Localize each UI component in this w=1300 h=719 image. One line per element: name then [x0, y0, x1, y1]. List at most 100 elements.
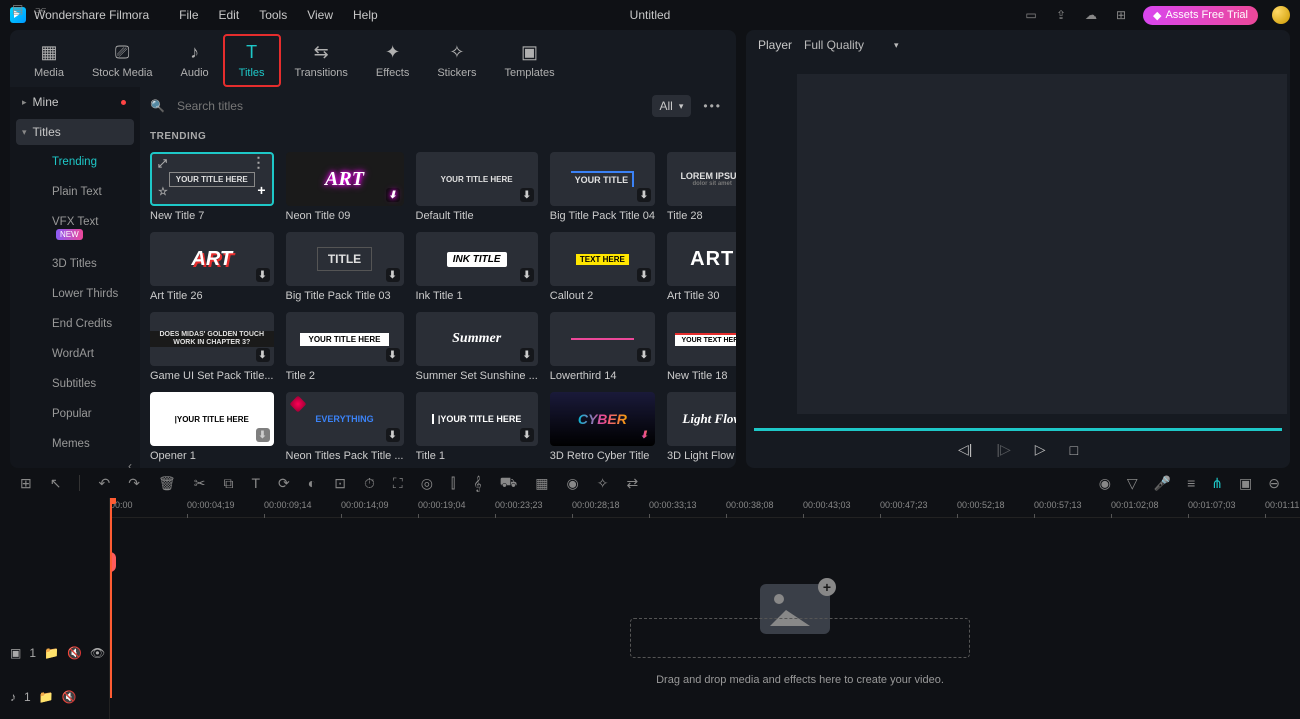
sidebar-item-popular[interactable]: Popular	[20, 399, 140, 429]
thumbnail[interactable]: LOREM IPSUMdolor sit amet⬇	[667, 152, 736, 206]
trial-button[interactable]: ◆ Assets Free Trial	[1143, 6, 1258, 25]
timeline-tracks[interactable]: 00:0000:00:04;1900:00:09;1400:00:14;0900…	[110, 498, 1300, 719]
title-card[interactable]: CYBER⬇3D Retro Cyber Title	[550, 392, 655, 462]
thumbnail[interactable]: CYBER⬇	[550, 392, 655, 446]
track-icon[interactable]: ◎	[421, 475, 433, 492]
menu-edit[interactable]: Edit	[219, 8, 240, 22]
menu-tools[interactable]: Tools	[259, 8, 287, 22]
unlink-icon[interactable]: ⫘	[35, 2, 46, 17]
thumbnail[interactable]: TEXT HERE⬇	[550, 232, 655, 286]
download-icon[interactable]: ⬇	[256, 348, 270, 362]
dropzone[interactable]	[630, 618, 970, 658]
download-icon[interactable]: ⬇	[386, 428, 400, 442]
thumbnail[interactable]: |YOUR TITLE HERE⬇	[416, 392, 538, 446]
thumbnail[interactable]: YOUR TEXT HERE⬇	[667, 312, 736, 366]
screen-icon[interactable]: ▭	[1023, 7, 1039, 23]
adjust-icon[interactable]: ⊡	[334, 475, 346, 492]
download-icon[interactable]: ⬇	[637, 348, 651, 362]
sidebar-item-vfx-text[interactable]: VFX TextNEW	[20, 207, 140, 249]
tab-stock-media[interactable]: ⎚Stock Media	[78, 34, 167, 87]
quality-dropdown[interactable]: Full Quality ▾	[804, 38, 899, 52]
folder-icon[interactable]: 📁	[39, 690, 54, 704]
download-icon[interactable]: ⬇	[637, 268, 651, 282]
title-card[interactable]: TITLE⬇Big Title Pack Title 03	[286, 232, 404, 302]
title-card[interactable]: TEXT HERE⬇Callout 2	[550, 232, 655, 302]
sidebar-item-trending[interactable]: Trending	[20, 147, 140, 177]
eye-icon[interactable]: ◉	[1099, 475, 1111, 492]
plus-icon[interactable]: +	[257, 182, 265, 198]
stop-button[interactable]: □	[1070, 442, 1078, 458]
thumbnail[interactable]: YOUR TITLE⬇	[550, 152, 655, 206]
sidebar-item-3d-titles[interactable]: 3D Titles	[20, 249, 140, 279]
tracks-icon[interactable]: ▤	[12, 2, 23, 17]
text-icon[interactable]: T	[251, 475, 260, 491]
sidebar-item-lower-thirds[interactable]: Lower Thirds	[20, 279, 140, 309]
thumbnail[interactable]: DOES MIDAS' GOLDEN TOUCH WORK IN CHAPTER…	[150, 312, 274, 366]
title-card[interactable]: ART⬇Art Title 26	[150, 232, 274, 302]
link-icon[interactable]: ⇄	[626, 475, 638, 492]
title-card[interactable]: ⬇Lowerthird 14	[550, 312, 655, 382]
title-card[interactable]: INK TITLE⬇Ink Title 1	[416, 232, 538, 302]
next-frame-button[interactable]: |▷	[996, 441, 1010, 458]
thumbnail[interactable]: TITLE⬇	[286, 232, 404, 286]
thumbnail[interactable]: YOUR TITLE HERE⬇	[286, 312, 404, 366]
group-icon[interactable]: ▦	[535, 475, 548, 492]
tab-media[interactable]: ▦Media	[20, 34, 78, 87]
tab-templates[interactable]: ▣Templates	[490, 34, 568, 87]
title-card[interactable]: YOUR TITLE HERE⬇Default Title	[416, 152, 538, 222]
thumbnail[interactable]: ART⬇	[150, 232, 274, 286]
thumbnail[interactable]: INK TITLE⬇	[416, 232, 538, 286]
download-icon[interactable]: ⬇	[256, 428, 270, 442]
audio-track-head[interactable]: ♪1 📁 🔇	[0, 675, 109, 719]
delete-icon[interactable]: 🗑	[158, 475, 176, 492]
tab-audio[interactable]: ♪Audio	[167, 34, 223, 87]
car-icon[interactable]: ⛟	[500, 474, 518, 493]
redo-icon[interactable]: ↷	[128, 475, 140, 492]
thumbnail[interactable]: |YOUR TITLE HERE⬇	[150, 392, 274, 446]
download-icon[interactable]: ⬇	[386, 348, 400, 362]
filter-all-dropdown[interactable]: All ▾	[652, 95, 692, 117]
video-track-head[interactable]: ▣1 📁 🔇 👁	[0, 631, 109, 675]
timer-icon[interactable]: ⏱	[364, 475, 375, 492]
title-card[interactable]: ART⬇Neon Title 09	[286, 152, 404, 222]
sidebar-item-memes[interactable]: Memes	[20, 429, 140, 459]
user-avatar[interactable]	[1272, 6, 1290, 24]
download-icon[interactable]: ⬇	[637, 188, 651, 202]
thumbnail[interactable]: ⬇	[550, 312, 655, 366]
tab-titles[interactable]: TTitles	[223, 34, 281, 87]
sidebar-item-end-credits[interactable]: End Credits	[20, 309, 140, 339]
timeline-ruler[interactable]: 00:0000:00:04;1900:00:09;1400:00:14;0900…	[110, 498, 1300, 518]
menu-view[interactable]: View	[307, 8, 333, 22]
effects-tool-icon[interactable]: ✧	[597, 475, 609, 492]
prev-frame-button[interactable]: ◁|	[958, 441, 972, 458]
playhead[interactable]	[110, 498, 112, 698]
title-card[interactable]: LOREM IPSUMdolor sit amet⬇Title 28	[667, 152, 736, 222]
title-card[interactable]: ART⬇Art Title 30	[667, 232, 736, 302]
title-card[interactable]: Light Flow⬇3D Light Flow Title	[667, 392, 736, 462]
menu-help[interactable]: Help	[353, 8, 378, 22]
search-input[interactable]	[173, 93, 644, 119]
download-icon[interactable]: ⬇	[386, 188, 400, 202]
speed-icon[interactable]: ⟳	[278, 475, 290, 492]
download-icon[interactable]: ⬇	[520, 188, 534, 202]
audio-tool-icon[interactable]: 𝄞	[473, 475, 481, 492]
layout-icon[interactable]: ⊞	[20, 475, 32, 492]
sidebar-titles[interactable]: ▾ Titles	[16, 119, 134, 145]
marker-icon[interactable]: ▽	[1127, 475, 1138, 492]
title-card[interactable]: YOUR TITLE⬇Big Title Pack Title 04	[550, 152, 655, 222]
fit-icon[interactable]: ▣	[1239, 475, 1252, 492]
visibility-icon[interactable]: 👁	[90, 646, 105, 660]
thumbnail[interactable]: ART⬇	[286, 152, 404, 206]
align-icon[interactable]: ⫿	[451, 475, 455, 492]
thumbnail[interactable]: YOUR TITLE HERE⬇	[416, 152, 538, 206]
play-button[interactable]: ▷	[1035, 441, 1046, 458]
title-card[interactable]: YOUR TEXT HERE⬇New Title 18	[667, 312, 736, 382]
thumbnail[interactable]: ⤢⋮YOUR TITLE HERE☆+	[150, 152, 274, 206]
title-card[interactable]: DOES MIDAS' GOLDEN TOUCH WORK IN CHAPTER…	[150, 312, 274, 382]
tab-effects[interactable]: ✦Effects	[362, 34, 423, 87]
sidebar-mine[interactable]: ▸ Mine	[10, 87, 140, 117]
tab-transitions[interactable]: ⇆Transitions	[281, 34, 362, 87]
tab-stickers[interactable]: ✧Stickers	[423, 34, 490, 87]
export-icon[interactable]: ⇪	[1053, 7, 1069, 23]
thumbnail[interactable]: EVERYTHING⬇	[286, 392, 404, 446]
